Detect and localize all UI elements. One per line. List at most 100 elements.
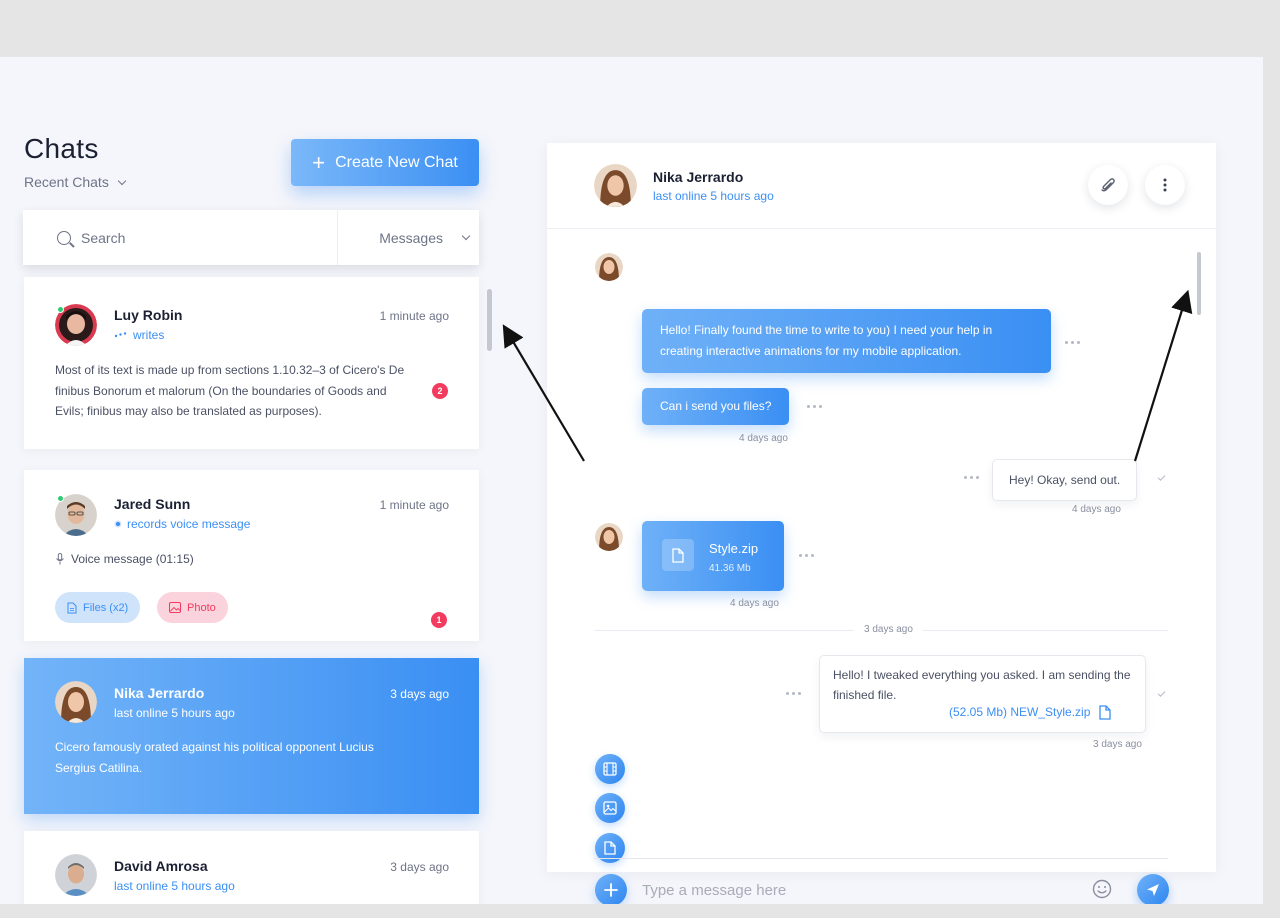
file-icon: [1099, 704, 1112, 720]
message-options[interactable]: [964, 476, 979, 479]
file-name: Style.zip: [709, 541, 759, 556]
more-options-button[interactable]: [1145, 165, 1185, 205]
online-indicator: [57, 306, 64, 313]
file-message[interactable]: Style.zip 41.36 Mb: [642, 521, 784, 591]
file-icon: [672, 547, 684, 563]
read-check-icon: [1157, 473, 1166, 481]
files-chip-label: Files (x2): [83, 601, 129, 614]
conversation-panel: Nika Jerrardo last online 5 hours ago He…: [547, 143, 1216, 904]
message-timestamp: 3 days ago: [1093, 739, 1142, 750]
conversation-scrollbar[interactable]: [1197, 252, 1201, 315]
unread-badge: 2: [432, 383, 448, 399]
contact-status: last online 5 hours ago: [114, 706, 235, 720]
plus-icon: +: [312, 149, 326, 175]
contact-name: David Amrosa: [114, 858, 208, 874]
plus-icon: [604, 883, 618, 897]
messages-filter-label: Messages: [379, 229, 443, 246]
chat-card-jared-sunn[interactable]: Jared Sunn records voice message 1 minut…: [24, 470, 479, 641]
contact-status: writes: [114, 328, 164, 342]
contact-name: Nika Jerrardo: [653, 169, 744, 185]
chat-list-scrollbar[interactable]: [487, 289, 492, 351]
conversation-header: Nika Jerrardo last online 5 hours ago: [547, 143, 1216, 229]
message-options[interactable]: [1065, 341, 1080, 344]
recent-chats-label: Recent Chats: [24, 174, 109, 190]
message-text: Hello! I tweaked everything you asked. I…: [833, 668, 1131, 702]
avatar: [594, 164, 637, 207]
attach-video-button[interactable]: [595, 754, 625, 784]
film-icon: [603, 762, 617, 776]
files-attachment-chip[interactable]: Files (x2): [55, 592, 141, 623]
photo-attachment-chip[interactable]: Photo: [157, 592, 228, 623]
message-input[interactable]: [642, 877, 1062, 903]
voice-message-text: Voice message (01:15): [71, 552, 194, 566]
file-icon: [604, 841, 616, 855]
attach-image-button[interactable]: [595, 793, 625, 823]
chat-card-david-amrosa[interactable]: David Amrosa last online 5 hours ago 3 d…: [24, 831, 479, 904]
page-title: Chats: [24, 133, 99, 164]
message-avatar: [595, 253, 623, 281]
file-icon: [67, 602, 77, 613]
emoji-icon[interactable]: [1092, 879, 1112, 899]
message-preview: Cicero famously orated against his polit…: [55, 740, 374, 775]
status-text: records voice message: [127, 517, 251, 531]
outgoing-message: Hey! Okay, send out.: [992, 459, 1138, 501]
search-field: [23, 210, 338, 265]
message-options[interactable]: [799, 554, 814, 557]
file-icon-box: [662, 539, 694, 571]
message-timestamp: 4 days ago: [730, 598, 779, 609]
messages-filter-dropdown[interactable]: Messages: [338, 210, 479, 265]
timestamp: 3 days ago: [390, 860, 449, 874]
more-vertical-icon: [1163, 178, 1167, 192]
contact-name: Nika Jerrardo: [114, 685, 205, 701]
send-button[interactable]: [1137, 874, 1169, 904]
search-icon: [57, 230, 71, 245]
add-attachment-button[interactable]: [595, 874, 627, 904]
contact-status: last online 5 hours ago: [114, 879, 235, 893]
search-bar: Messages: [23, 210, 479, 265]
incoming-message: Can i send you files?: [642, 388, 790, 425]
message-options[interactable]: [786, 692, 801, 695]
message-timestamp: 4 days ago: [1072, 504, 1121, 515]
create-new-chat-label: Create New Chat: [335, 153, 458, 171]
message-timestamp: 4 days ago: [739, 433, 788, 444]
app-canvas: Chats Recent Chats + Create New Chat Mes…: [0, 57, 1263, 904]
date-divider-label: 3 days ago: [854, 624, 923, 635]
incoming-message: Hello! Finally found the time to write t…: [642, 309, 1051, 373]
image-icon: [169, 602, 181, 613]
paperclip-icon: [1101, 178, 1115, 192]
chevron-down-icon: [461, 231, 471, 241]
chevron-down-icon: [117, 176, 127, 185]
status-text: last online 5 hours ago: [114, 879, 235, 893]
read-check-icon: [1157, 689, 1166, 697]
status-text: writes: [133, 328, 165, 342]
chat-card-luy-robin[interactable]: Luy Robin writes 1 minute ago Most of it…: [24, 277, 479, 449]
file-size: 41.36 Mb: [709, 563, 751, 574]
timestamp: 1 minute ago: [379, 309, 449, 323]
chat-card-nika-jerrardo[interactable]: Nika Jerrardo last online 5 hours ago 3 …: [24, 658, 479, 814]
message-options[interactable]: [807, 405, 822, 408]
recent-chats-dropdown[interactable]: Recent Chats: [24, 174, 127, 190]
typing-dots-icon: [114, 332, 127, 338]
timestamp: 1 minute ago: [379, 498, 449, 512]
page-margin: [1263, 57, 1280, 904]
outgoing-message: Hello! I tweaked everything you asked. I…: [819, 655, 1146, 733]
photo-chip-label: Photo: [187, 601, 216, 614]
contact-status: records voice message: [114, 517, 250, 531]
avatar: [55, 681, 97, 723]
unread-badge: 1: [431, 612, 447, 628]
contact-status: last online 5 hours ago: [653, 189, 774, 203]
search-input[interactable]: [81, 229, 281, 246]
message-avatar: [595, 523, 623, 551]
send-icon: [1147, 884, 1159, 896]
contact-name: Jared Sunn: [114, 496, 191, 512]
attach-button[interactable]: [1088, 165, 1128, 205]
status-text: last online 5 hours ago: [114, 706, 235, 720]
timestamp: 3 days ago: [390, 687, 449, 701]
composer-divider: [594, 858, 1168, 859]
voice-message-preview: Voice message (01:15): [55, 549, 415, 570]
online-indicator: [57, 495, 64, 502]
microphone-icon: [56, 553, 64, 565]
attachment-link[interactable]: (52.05 Mb) NEW_Style.zip: [949, 702, 1112, 722]
create-new-chat-button[interactable]: + Create New Chat: [291, 139, 479, 186]
contact-name: Luy Robin: [114, 307, 183, 323]
